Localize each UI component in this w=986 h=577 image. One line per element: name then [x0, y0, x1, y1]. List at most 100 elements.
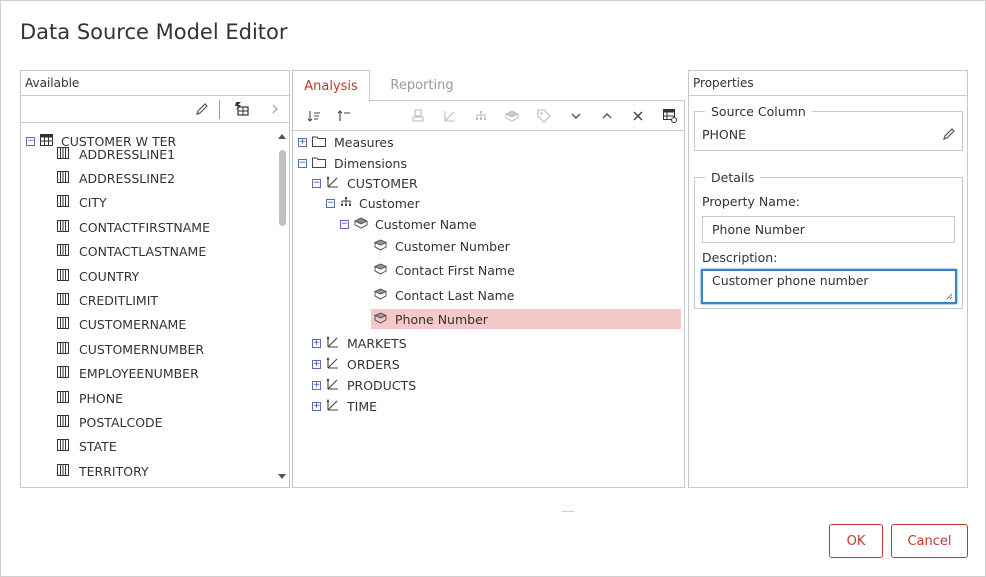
tree-node-dimensions[interactable]: − Dimensions: [298, 153, 407, 173]
expand-icon[interactable]: +: [312, 359, 321, 369]
property-name-label: Property Name:: [702, 194, 800, 209]
dialog-title: Data Source Model Editor: [20, 20, 288, 44]
property-label: Contact Last Name: [395, 287, 515, 303]
dimension-item[interactable]: + PRODUCTS: [312, 375, 416, 395]
collapse-icon[interactable]: −: [298, 158, 307, 168]
column-item[interactable]: ADDRESSLINE2: [57, 168, 175, 188]
source-column-legend: Source Column: [705, 104, 812, 119]
property-item[interactable]: Contact Last Name: [371, 285, 515, 305]
column-item[interactable]: PHONE: [57, 388, 123, 408]
ok-button[interactable]: OK: [829, 524, 883, 558]
details-legend: Details: [705, 170, 761, 185]
available-panel: Available − CUSTOMER W TER ADDRESSLINE1 A…: [20, 70, 290, 488]
tree-node-measures[interactable]: + Measures: [298, 132, 394, 152]
property-name-input[interactable]: Phone Number: [702, 216, 955, 243]
column-label: TERRITORY: [79, 463, 149, 479]
delete-icon[interactable]: [630, 108, 646, 124]
expand-icon[interactable]: +: [312, 338, 321, 348]
cancel-button[interactable]: Cancel: [891, 524, 968, 558]
tree-node-customer-level[interactable]: − Customer Name: [340, 214, 477, 234]
customer-hierarchy-label: Customer: [359, 195, 420, 211]
property-item[interactable]: Contact First Name: [371, 260, 515, 280]
column-icon: [57, 268, 69, 284]
scroll-up-icon[interactable]: [278, 134, 286, 139]
hierarchy-icon[interactable]: [473, 108, 489, 124]
column-item[interactable]: CITY: [57, 193, 107, 213]
tree-node-customer-dimension[interactable]: − CUSTOMER: [312, 173, 418, 193]
analysis-toolbar: [293, 101, 684, 131]
column-item[interactable]: CUSTOMERNUMBER: [57, 339, 204, 359]
dimension-label: PRODUCTS: [347, 377, 417, 393]
column-item[interactable]: CREDITLIMIT: [57, 290, 158, 310]
add-calculated-column-icon[interactable]: [234, 101, 250, 117]
edit-icon[interactable]: [194, 101, 210, 117]
toolbar-divider: [219, 100, 220, 119]
edit-source-icon[interactable]: [942, 127, 956, 144]
dimension-item[interactable]: + TIME: [312, 396, 377, 416]
dimension-icon: [326, 356, 340, 373]
expand-icon[interactable]: +: [298, 137, 307, 147]
column-item[interactable]: CONTACTLASTNAME: [57, 242, 206, 262]
column-icon: [57, 146, 69, 162]
column-item[interactable]: COUNTRY: [57, 266, 139, 286]
column-icon: [57, 219, 69, 235]
description-label: Description:: [702, 250, 778, 265]
available-header: Available: [21, 71, 289, 96]
properties-header: Properties: [689, 71, 967, 96]
table-icon: [40, 133, 53, 149]
data-source-model-editor-dialog: Data Source Model Editor Available − CUS…: [0, 0, 986, 577]
available-scrollbar[interactable]: [275, 126, 289, 487]
move-down-icon[interactable]: [568, 108, 584, 124]
property-icon: [373, 287, 388, 303]
column-label: COUNTRY: [79, 268, 140, 284]
level-icon[interactable]: [504, 108, 520, 124]
property-item[interactable]: Customer Number: [371, 236, 510, 256]
column-item[interactable]: CUSTOMERNAME: [57, 315, 186, 335]
tree-node-customer-hierarchy[interactable]: − Customer: [326, 193, 420, 213]
column-label: STATE: [79, 439, 117, 455]
column-label: ADDRESSLINE2: [79, 170, 176, 186]
table-settings-icon[interactable]: [662, 108, 678, 124]
column-icon: [57, 439, 69, 454]
dimension-item[interactable]: + MARKETS: [312, 333, 407, 353]
column-item[interactable]: EMPLOYEENUMBER: [57, 364, 199, 384]
dimension-icon[interactable]: [442, 108, 458, 124]
property-item-selected[interactable]: Phone Number: [371, 309, 681, 329]
properties-panel: Properties Source Column PHONE Details P…: [688, 70, 968, 488]
scrollbar-thumb[interactable]: [279, 150, 286, 226]
sort-ascending-icon[interactable]: [306, 108, 322, 124]
level-icon: [353, 216, 369, 232]
column-item[interactable]: CONTACTFIRSTNAME: [57, 217, 210, 237]
collapse-icon[interactable]: −: [326, 198, 335, 208]
move-up-icon[interactable]: [599, 108, 615, 124]
available-tree: − CUSTOMER W TER ADDRESSLINE1 ADDRESSLINE…: [21, 126, 289, 487]
dimension-item[interactable]: + ORDERS: [312, 354, 400, 374]
collapse-icon[interactable]: −: [26, 136, 35, 146]
column-label: CONTACTFIRSTNAME: [79, 219, 210, 235]
expand-icon[interactable]: +: [312, 401, 321, 411]
sort-descending-icon[interactable]: [336, 108, 352, 124]
dimension-label: TIME: [347, 398, 378, 414]
column-item[interactable]: ADDRESSLINE1: [57, 144, 175, 164]
measure-icon[interactable]: [410, 108, 426, 124]
tab-reporting[interactable]: Reporting: [373, 70, 471, 101]
chevron-right-icon[interactable]: [267, 101, 283, 117]
tag-icon[interactable]: [536, 108, 552, 124]
collapse-icon[interactable]: −: [312, 178, 321, 188]
column-item[interactable]: POSTALCODE: [57, 412, 163, 432]
column-item[interactable]: TERRITORY: [57, 461, 149, 481]
resize-handle-icon[interactable]: [946, 293, 953, 300]
column-label: CUSTOMERNUMBER: [79, 341, 205, 357]
column-item[interactable]: STATE: [57, 437, 117, 457]
collapse-icon[interactable]: −: [340, 219, 349, 229]
column-icon: [57, 244, 69, 259]
dimension-icon: [326, 377, 340, 394]
dimension-label: ORDERS: [347, 356, 400, 372]
column-icon: [57, 463, 69, 479]
tab-analysis[interactable]: Analysis: [292, 70, 370, 102]
property-label: Customer Number: [395, 238, 510, 254]
description-textarea[interactable]: Customer phone number: [701, 269, 957, 304]
expand-icon[interactable]: +: [312, 380, 321, 390]
dimension-icon: [326, 175, 340, 192]
scroll-down-icon[interactable]: [278, 474, 286, 479]
